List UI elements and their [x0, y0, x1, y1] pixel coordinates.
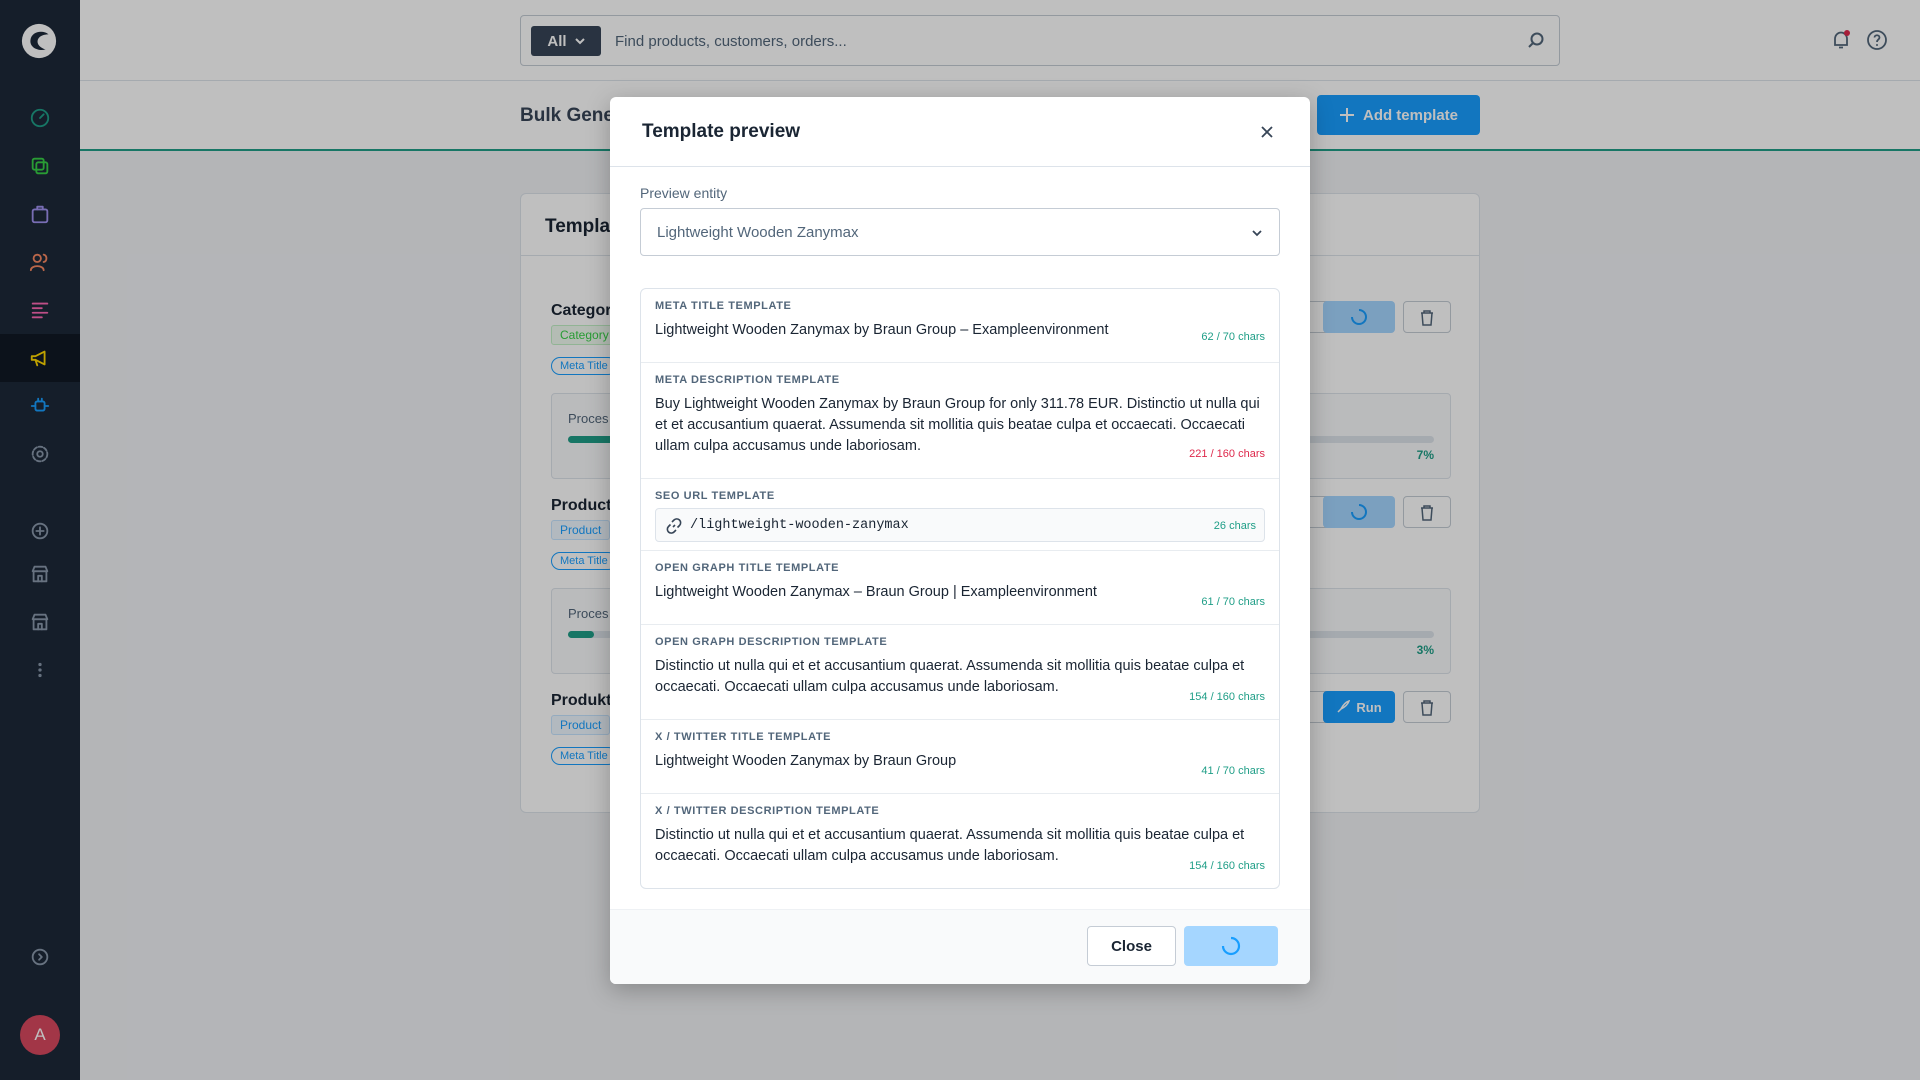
preview-entity-select[interactable]: Lightweight Wooden Zanymax: [640, 208, 1280, 256]
modal-footer: Close: [610, 909, 1310, 984]
preview-entity-value: Lightweight Wooden Zanymax: [657, 224, 859, 241]
char-count: 41 / 70 chars: [1201, 765, 1265, 777]
item-text: Distinctio ut nulla qui et et accusantiu…: [655, 827, 1245, 864]
close-button[interactable]: Close: [1087, 926, 1176, 966]
char-count: 61 / 70 chars: [1201, 596, 1265, 608]
template-preview-modal: Template preview Preview entity Lightwei…: [610, 97, 1310, 984]
item-label: SEO URL TEMPLATE: [655, 490, 775, 502]
modal-header: Template preview: [610, 97, 1310, 167]
chevron-down-icon: [1252, 230, 1262, 237]
item-text: Lightweight Wooden Zanymax by Braun Grou…: [655, 322, 1109, 338]
item-label: META TITLE TEMPLATE: [655, 300, 792, 312]
preview-item-seo-url: SEO URL TEMPLATE /lightweight-wooden-zan…: [641, 479, 1279, 551]
char-count: 221 / 160 chars: [1189, 448, 1265, 460]
item-text: Distinctio ut nulla qui et et accusantiu…: [655, 658, 1245, 695]
modal-body: Preview entity Lightweight Wooden Zanyma…: [610, 167, 1310, 909]
item-text: Buy Lightweight Wooden Zanymax by Braun …: [655, 396, 1260, 454]
item-label: OPEN GRAPH TITLE TEMPLATE: [655, 562, 840, 574]
preview-item-og-description: OPEN GRAPH DESCRIPTION TEMPLATE Distinct…: [641, 625, 1279, 720]
preview-item-twitter-title: X / TWITTER TITLE TEMPLATE Lightweight W…: [641, 720, 1279, 794]
preview-item-meta-description: META DESCRIPTION TEMPLATE Buy Lightweigh…: [641, 363, 1279, 479]
modal-title: Template preview: [642, 121, 801, 142]
item-text: Lightweight Wooden Zanymax by Braun Grou…: [655, 753, 957, 769]
seo-url-text: /lightweight-wooden-zanymax: [690, 518, 909, 533]
preview-entity-label: Preview entity: [640, 185, 728, 201]
preview-item-meta-title: META TITLE TEMPLATE Lightweight Wooden Z…: [641, 289, 1279, 363]
preview-item-twitter-description: X / TWITTER DESCRIPTION TEMPLATE Distinc…: [641, 794, 1279, 888]
item-label: OPEN GRAPH DESCRIPTION TEMPLATE: [655, 636, 888, 648]
char-count: 62 / 70 chars: [1201, 331, 1265, 343]
item-label: META DESCRIPTION TEMPLATE: [655, 374, 840, 386]
char-count: 154 / 160 chars: [1189, 691, 1265, 703]
item-label: X / TWITTER DESCRIPTION TEMPLATE: [655, 805, 880, 817]
preview-item-og-title: OPEN GRAPH TITLE TEMPLATE Lightweight Wo…: [641, 551, 1279, 625]
link-icon: [666, 518, 682, 534]
item-label: X / TWITTER TITLE TEMPLATE: [655, 731, 832, 743]
item-text: Lightweight Wooden Zanymax – Braun Group…: [655, 584, 1097, 600]
seo-url-box: /lightweight-wooden-zanymax 26 chars: [655, 508, 1265, 542]
char-count: 26 chars: [1213, 520, 1256, 532]
close-icon[interactable]: [1260, 125, 1274, 139]
char-count: 154 / 160 chars: [1189, 860, 1265, 872]
apply-button-loading[interactable]: [1184, 926, 1278, 966]
spinner-icon: [1221, 936, 1241, 956]
template-preview-list: META TITLE TEMPLATE Lightweight Wooden Z…: [640, 288, 1280, 889]
